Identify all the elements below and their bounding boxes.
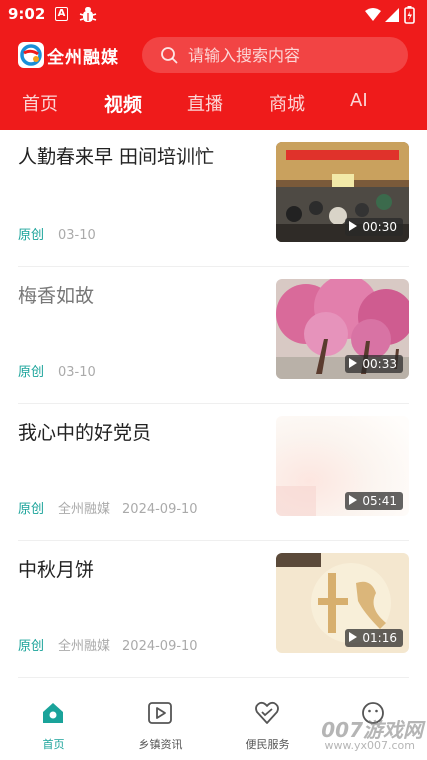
duration-text: 00:33 <box>362 357 397 371</box>
nav-home-label: 首页 <box>42 738 65 751</box>
play-square-icon <box>148 702 172 724</box>
channel-tabs: 首页 视频 直播 商城 AI <box>0 90 427 122</box>
nav-town-news[interactable]: 乡镇资讯 <box>107 686 214 760</box>
item-title: 人勤春来早 田间培训忙 <box>18 146 215 168</box>
play-icon <box>349 221 358 231</box>
play-icon <box>349 632 358 642</box>
item-title: 我心中的好党员 <box>18 422 152 444</box>
tab-mall[interactable]: 商城 <box>269 90 305 116</box>
list-item[interactable]: 人勤春来早 田间培训忙 原创 03-10 00:30 <box>18 130 409 267</box>
notification-a-icon: A <box>55 7 68 21</box>
original-tag: 原创 <box>18 228 45 243</box>
search-input[interactable] <box>188 37 398 73</box>
logo-icon <box>20 44 42 66</box>
heart-hands-icon <box>255 701 279 724</box>
nav-home[interactable]: 首页 <box>0 686 107 760</box>
duration-badge: 05:41 <box>345 492 403 510</box>
video-thumbnail[interactable]: 00:33 <box>276 279 409 379</box>
tab-video[interactable]: 视频 <box>104 90 142 117</box>
item-source: 全州融媒 <box>58 502 111 517</box>
duration-text: 01:16 <box>362 631 397 645</box>
duration-badge: 00:33 <box>345 355 403 373</box>
video-thumbnail[interactable]: 01:16 <box>276 553 409 653</box>
tab-ai[interactable]: AI <box>350 90 368 111</box>
duration-text: 00:30 <box>362 220 397 234</box>
item-title: 中秋月饼 <box>18 559 95 581</box>
video-list: 人勤春来早 田间培训忙 原创 03-10 00:30 梅香如故 原创 03-10… <box>0 130 427 685</box>
play-icon <box>349 495 358 505</box>
original-tag: 原创 <box>18 365 45 380</box>
wifi-icon <box>365 8 381 21</box>
item-date: 03-10 <box>58 228 96 243</box>
item-meta: 原创 全州融媒 2024-09-10 <box>18 635 198 654</box>
list-item[interactable]: 中秋月饼 原创 全州融媒 2024-09-10 01:16 <box>18 541 409 678</box>
original-tag: 原创 <box>18 639 45 654</box>
duration-badge: 00:30 <box>345 218 403 236</box>
item-meta: 原创 03-10 <box>18 224 96 243</box>
item-date: 03-10 <box>58 365 96 380</box>
list-item[interactable]: 我心中的好党员 原创 全州融媒 2024-09-10 05:41 <box>18 404 409 541</box>
watermark-url: www.yx007.com <box>324 739 415 752</box>
tab-home[interactable]: 首页 <box>22 90 58 116</box>
tab-live[interactable]: 直播 <box>187 90 223 116</box>
app-name: 全州融媒 <box>47 48 119 68</box>
duration-badge: 01:16 <box>345 629 403 647</box>
item-title: 梅香如故 <box>18 285 95 307</box>
status-time: 9:02 <box>8 5 46 23</box>
duration-text: 05:41 <box>362 494 397 508</box>
bottom-navigation: 首页 乡镇资讯 便民服务 007游戏网 www.yx007.com <box>0 686 427 760</box>
system-status-icons <box>365 6 415 24</box>
item-meta: 原创 全州融媒 2024-09-10 <box>18 498 198 517</box>
app-header: 全州融媒 首页 视频 直播 商城 AI <box>0 30 427 130</box>
play-icon <box>349 358 358 368</box>
original-tag: 原创 <box>18 502 45 517</box>
video-thumbnail[interactable]: 05:41 <box>276 416 409 516</box>
bug-notification-icon <box>79 7 97 22</box>
search-icon <box>161 47 178 64</box>
item-meta: 原创 03-10 <box>18 361 96 380</box>
search-bar[interactable] <box>142 37 408 73</box>
nav-town-news-label: 乡镇资讯 <box>138 738 183 751</box>
signal-icon <box>385 8 399 22</box>
video-thumbnail[interactable]: 00:30 <box>276 142 409 242</box>
app-logo[interactable] <box>18 42 44 68</box>
item-source: 全州融媒 <box>58 639 111 654</box>
status-bar: 9:02 A <box>0 0 427 30</box>
item-date: 2024-09-10 <box>122 639 198 654</box>
list-item[interactable]: 梅香如故 原创 03-10 00:33 <box>18 267 409 404</box>
home-icon <box>43 703 63 723</box>
site-watermark: 007游戏网 www.yx007.com <box>303 714 423 758</box>
item-date: 2024-09-10 <box>122 502 198 517</box>
